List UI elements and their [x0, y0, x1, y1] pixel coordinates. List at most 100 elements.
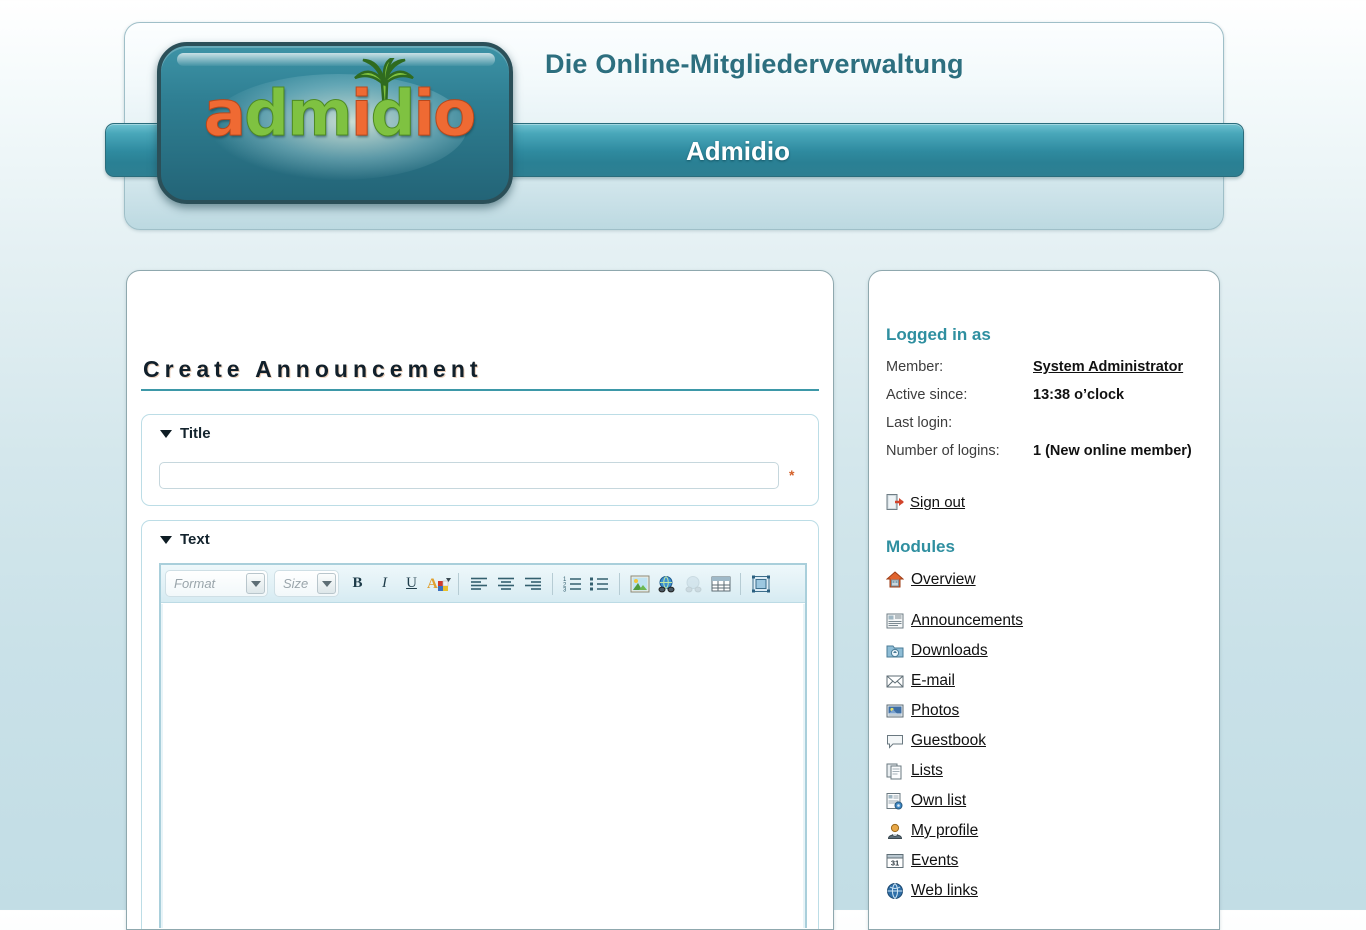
format-dropdown[interactable]: Format: [165, 570, 268, 597]
bold-icon[interactable]: B: [345, 571, 370, 596]
photos-icon: [886, 702, 904, 720]
sidebar-item-web-links[interactable]: Web links: [886, 882, 978, 900]
modules-heading: Modules: [886, 537, 955, 557]
toolbar-divider: [619, 573, 620, 595]
sidebar-item-downloads[interactable]: Downloads: [886, 642, 988, 660]
active-since-label: Active since:: [886, 387, 967, 403]
downloads-folder-icon: [886, 642, 904, 660]
rich-text-editor: Format Size B I U A: [159, 563, 807, 928]
sidebar-item-announcements[interactable]: Announcements: [886, 612, 1023, 630]
text-color-icon[interactable]: A: [426, 571, 451, 596]
sidebar-item-label: E-mail: [911, 672, 955, 690]
align-center-icon[interactable]: [493, 571, 518, 596]
sidebar-item-events[interactable]: 31 Events: [886, 852, 958, 870]
chevron-down-icon: [317, 573, 336, 594]
active-since-row: Active since: 13:38 o’clock: [886, 387, 967, 403]
page-title: Create Announcement: [143, 356, 483, 383]
svg-text:3: 3: [563, 587, 567, 592]
editor-toolbar: Format Size B I U A: [161, 565, 805, 603]
title-legend-label: Title: [180, 425, 211, 442]
editor-content-area[interactable]: [161, 604, 805, 928]
sidebar-item-label: Guestbook: [911, 732, 986, 750]
last-login-label: Last login:: [886, 415, 952, 431]
unlink-icon[interactable]: [681, 571, 706, 596]
sign-out-label: Sign out: [910, 494, 965, 511]
envelope-icon: [886, 672, 904, 690]
sidebar-item-label: Announcements: [911, 612, 1023, 630]
site-header: Die Online-Mitgliederverwaltung Admidio …: [124, 22, 1224, 230]
text-legend-label: Text: [180, 531, 210, 548]
logged-in-heading: Logged in as: [886, 325, 991, 345]
title-input[interactable]: [159, 462, 779, 489]
text-fieldset: Text Format Size B I U A: [141, 520, 819, 930]
svg-text:A: A: [427, 576, 438, 592]
sign-out-link[interactable]: Sign out: [886, 493, 965, 511]
ordered-list-icon[interactable]: 1 2 3: [560, 571, 585, 596]
sidebar-item-overview[interactable]: Overview: [886, 571, 976, 589]
chevron-down-icon: [246, 573, 265, 594]
header-slogan: Die Online-Mitgliederverwaltung: [545, 49, 964, 80]
insert-image-icon[interactable]: [627, 571, 652, 596]
sign-out-icon: [886, 493, 904, 511]
sidebar-item-label: My profile: [911, 822, 978, 840]
number-of-logins-label: Number of logins:: [886, 443, 1000, 459]
page-title-underline: [141, 389, 819, 391]
member-name-link[interactable]: System Administrator: [1033, 359, 1183, 375]
insert-table-icon[interactable]: [708, 571, 733, 596]
sidebar-item-email[interactable]: E-mail: [886, 672, 955, 690]
logo-letters-dm: dm: [244, 77, 351, 150]
logo-wordmark: admidio: [161, 82, 513, 145]
sidebar-item-own-list[interactable]: Own list: [886, 792, 966, 810]
logo-gloss: [177, 53, 495, 66]
globe-icon: [886, 882, 904, 900]
sidebar-item-label: Web links: [911, 882, 978, 900]
chevron-down-icon: [160, 536, 172, 544]
member-row: Member: System Administrator: [886, 359, 943, 375]
maximize-icon[interactable]: [748, 571, 773, 596]
sidebar-item-label: Events: [911, 852, 958, 870]
sidebar-item-label: Own list: [911, 792, 966, 810]
member-label: Member:: [886, 359, 943, 375]
own-list-icon: [886, 792, 904, 810]
align-right-icon[interactable]: [520, 571, 545, 596]
required-marker: *: [789, 467, 794, 483]
announcements-icon: [886, 612, 904, 630]
text-fieldset-legend[interactable]: Text: [160, 531, 210, 548]
sidebar-item-guestbook[interactable]: Guestbook: [886, 732, 986, 750]
sidebar-panel: Logged in as Member: System Administrato…: [868, 270, 1220, 930]
title-fieldset-legend[interactable]: Title: [160, 425, 211, 442]
size-dropdown[interactable]: Size: [274, 570, 339, 597]
logo-letters-io: io: [414, 77, 475, 150]
insert-link-icon[interactable]: [654, 571, 679, 596]
sidebar-item-label: Downloads: [911, 642, 988, 660]
logo-letters-d: d: [370, 77, 413, 150]
main-content-panel: Create Announcement Title * Text Format …: [126, 270, 834, 930]
sidebar-item-lists[interactable]: Lists: [886, 762, 943, 780]
toolbar-divider: [552, 573, 553, 595]
admidio-logo[interactable]: admidio: [157, 42, 513, 204]
format-dropdown-label: Format: [174, 576, 242, 591]
toolbar-divider: [740, 573, 741, 595]
speech-bubble-icon: [886, 732, 904, 750]
user-profile-icon: [886, 822, 904, 840]
size-dropdown-label: Size: [283, 576, 313, 591]
last-login-row: Last login:: [886, 415, 952, 431]
sidebar-item-label: Overview: [911, 571, 976, 589]
align-left-icon[interactable]: [466, 571, 491, 596]
toolbar-divider: [458, 573, 459, 595]
organization-name: Admidio: [686, 136, 790, 167]
underline-icon[interactable]: U: [399, 571, 424, 596]
chevron-down-icon: [160, 430, 172, 438]
sidebar-item-label: Lists: [911, 762, 943, 780]
sidebar-item-photos[interactable]: Photos: [886, 702, 959, 720]
logo-letters-i: i: [351, 77, 371, 150]
number-of-logins-value: 1 (New online member): [1033, 443, 1218, 459]
lists-icon: [886, 762, 904, 780]
svg-text:31: 31: [891, 859, 899, 868]
calendar-icon: 31: [886, 852, 904, 870]
sidebar-item-my-profile[interactable]: My profile: [886, 822, 978, 840]
sidebar-item-label: Photos: [911, 702, 959, 720]
unordered-list-icon[interactable]: [587, 571, 612, 596]
title-fieldset: Title *: [141, 414, 819, 506]
italic-icon[interactable]: I: [372, 571, 397, 596]
